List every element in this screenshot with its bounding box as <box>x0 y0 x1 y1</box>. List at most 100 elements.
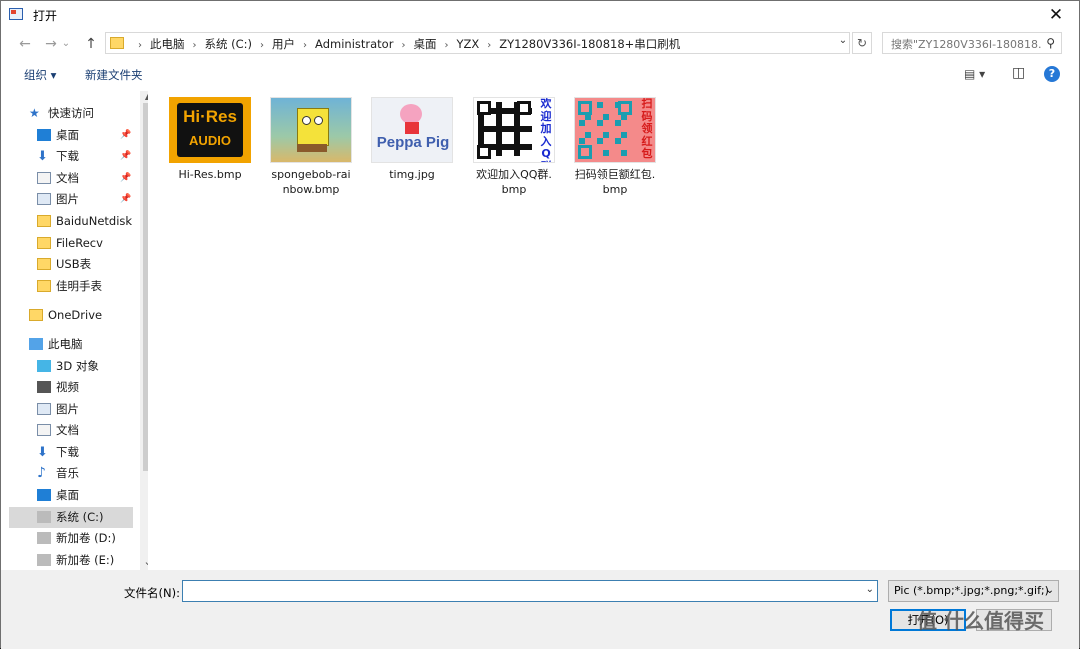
breadcrumb-item[interactable]: 此电脑 <box>150 37 185 51</box>
sidebar-item[interactable]: FileRecv <box>9 233 133 254</box>
sidebar-item[interactable]: 新加卷 (E:) <box>9 550 133 570</box>
folder-icon <box>37 280 51 292</box>
sidebar-item-label: 桌面 <box>56 488 79 502</box>
help-icon[interactable]: ? <box>1044 66 1060 82</box>
breadcrumb-separator-icon[interactable]: › <box>444 40 448 51</box>
recent-locations-icon[interactable]: ⌄ <box>61 34 71 54</box>
refresh-button[interactable]: ↻ <box>852 32 872 54</box>
title-bar[interactable]: 打开 ✕ <box>1 1 1079 29</box>
file-item[interactable]: 扫码领红包扫码领巨额红包. bmp <box>570 97 660 197</box>
sidebar-item[interactable]: 文档 📌 <box>9 168 133 189</box>
sidebar-item[interactable]: ★ 快速访问 <box>9 103 133 124</box>
file-list-view[interactable]: Hi·Res AUDIO Hi-Res.bmp spongebob-rai nbow.b… <box>150 91 1079 570</box>
sidebar-item[interactable]: 系统 (C:) <box>9 507 133 528</box>
sidebar-item[interactable]: ⬇ 下载 <box>9 442 133 463</box>
breadcrumb-item[interactable]: YZX <box>456 37 479 51</box>
sidebar-item[interactable]: 桌面 <box>9 485 133 506</box>
sidebar-item[interactable]: USB表 <box>9 254 133 275</box>
file-type-value: Pic (*.bmp;*.jpg;*.png;*.gif;) <box>894 584 1049 597</box>
download-icon: ⬇ <box>37 445 48 460</box>
star-icon: ★ <box>29 106 40 120</box>
breadcrumb-item[interactable]: ZY1280V336I-180818+串口刷机 <box>499 37 680 51</box>
file-item[interactable]: Hi·Res AUDIO Hi-Res.bmp <box>165 97 255 182</box>
sidebar-item-label: 佳明手表 <box>56 279 102 293</box>
file-name: 欢迎加入QQ群. bmp <box>469 167 559 197</box>
organize-menu[interactable]: 组织 ▾ <box>24 67 56 83</box>
sidebar-item-label: FileRecv <box>56 236 103 250</box>
breadcrumb-item[interactable]: 桌面 <box>413 37 436 51</box>
file-name-line: bmp <box>501 183 527 196</box>
new-folder-button[interactable]: 新建文件夹 <box>85 67 143 83</box>
sidebar-item[interactable]: ♪ 音乐 <box>9 463 133 484</box>
sidebar-item[interactable]: 文档 <box>9 420 133 441</box>
change-view-icon[interactable]: ▤ ▾ <box>964 67 985 81</box>
address-dropdown-icon[interactable]: ⌄ <box>836 35 850 53</box>
back-button[interactable]: ← <box>15 34 35 54</box>
file-item[interactable]: spongebob-rai nbow.bmp <box>266 97 356 197</box>
app-icon <box>9 8 23 20</box>
close-button[interactable]: ✕ <box>1033 1 1079 29</box>
breadcrumb-separator-icon[interactable]: › <box>138 40 142 51</box>
sidebar-item-label: OneDrive <box>48 308 103 322</box>
file-type-dropdown-icon[interactable]: ⌄ <box>1046 581 1054 601</box>
breadcrumb-item[interactable]: 用户 <box>272 37 295 51</box>
search-icon[interactable]: ⚲ <box>1046 36 1055 50</box>
navigation-scrollbar[interactable]: ▲ ⌄ <box>140 91 148 570</box>
sidebar-item[interactable]: 桌面 📌 <box>9 125 133 146</box>
sidebar-item[interactable]: 视频 <box>9 377 133 398</box>
sidebar-item-label: 新加卷 (E:) <box>56 553 115 567</box>
file-type-select[interactable]: Pic (*.bmp;*.jpg;*.png;*.gif;) ⌄ <box>888 580 1059 602</box>
file-name-line: spongebob-rai <box>271 168 351 181</box>
sidebar-item[interactable]: 图片 <box>9 399 133 420</box>
sidebar-item[interactable]: 3D 对象 <box>9 356 133 377</box>
breadcrumb-item[interactable]: Administrator <box>315 37 393 51</box>
sidebar-item[interactable]: OneDrive <box>9 305 133 326</box>
breadcrumb-separator-icon[interactable]: › <box>401 40 405 51</box>
sidebar-item-label: 下载 <box>56 445 79 459</box>
sidebar-item[interactable]: 佳明手表 <box>9 276 133 297</box>
file-name-line: 扫码领巨额红包. <box>574 168 656 181</box>
filename-combobox[interactable]: ⌄ <box>182 580 878 602</box>
music-icon: ♪ <box>37 465 46 481</box>
scrollbar-thumb[interactable] <box>143 103 148 471</box>
forward-button[interactable]: → <box>41 34 61 54</box>
folder-icon <box>37 258 51 270</box>
sidebar-item[interactable]: 此电脑 <box>9 334 133 355</box>
scroll-down-icon[interactable]: ⌄ <box>140 555 148 568</box>
preview-pane-icon[interactable]: ◫ <box>1012 65 1025 81</box>
breadcrumb-item[interactable]: 系统 (C:) <box>205 37 253 51</box>
thumb-text: Hi·Res <box>183 107 237 126</box>
file-item[interactable]: Peppa Pig timg.jpg <box>367 97 457 182</box>
sidebar-item-label: 快速访问 <box>48 106 94 120</box>
breadcrumb-separator-icon[interactable]: › <box>487 40 491 51</box>
filename-dropdown-icon[interactable]: ⌄ <box>866 584 874 595</box>
sidebar-item-label: 新加卷 (D:) <box>56 531 116 545</box>
download-icon: ⬇ <box>37 149 48 164</box>
file-name-line: 欢迎加入QQ群. <box>476 168 552 181</box>
file-item[interactable]: 欢迎加入Q群欢迎加入QQ群. bmp <box>469 97 559 197</box>
document-icon <box>37 172 51 184</box>
file-thumbnail <box>270 97 352 163</box>
thumb-text: 扫码领红包 <box>641 97 653 160</box>
navigation-pane[interactable]: 新加卷 (E:) 新加卷 (D:) 系统 (C:) 桌面 ♪ 音乐 ⬇ 下载 文档 图片 视频 3D … <box>9 91 148 570</box>
sidebar-item[interactable]: ⬇ 下载 📌 <box>9 146 133 167</box>
filename-input[interactable] <box>187 582 851 602</box>
sidebar-item[interactable]: BaiduNetdiskD <box>9 211 133 232</box>
thumb-text: AUDIO <box>189 133 231 148</box>
search-input[interactable] <box>889 34 1043 54</box>
document-icon <box>37 424 51 436</box>
folder-icon <box>110 37 124 49</box>
file-name-line: bmp <box>602 183 628 196</box>
breadcrumb-separator-icon[interactable]: › <box>303 40 307 51</box>
sidebar-item[interactable]: 新加卷 (D:) <box>9 528 133 549</box>
file-thumbnail: 扫码领红包 <box>574 97 656 163</box>
breadcrumb-separator-icon[interactable]: › <box>193 40 197 51</box>
scroll-up-icon[interactable]: ▲ <box>140 92 148 101</box>
picture-icon <box>37 403 51 415</box>
up-button[interactable]: ↑ <box>81 34 101 54</box>
sidebar-item[interactable]: 图片 📌 <box>9 189 133 210</box>
command-bar: 组织 ▾ 新建文件夹 ▤ ▾ ◫ ? <box>1 61 1079 89</box>
address-bar[interactable]: › 此电脑 › 系统 (C:) › 用户 › Administrator › 桌面 › YZX › ZY1… <box>105 32 850 54</box>
pin-icon: 📌 <box>120 194 132 204</box>
breadcrumb-separator-icon[interactable]: › <box>260 40 264 51</box>
